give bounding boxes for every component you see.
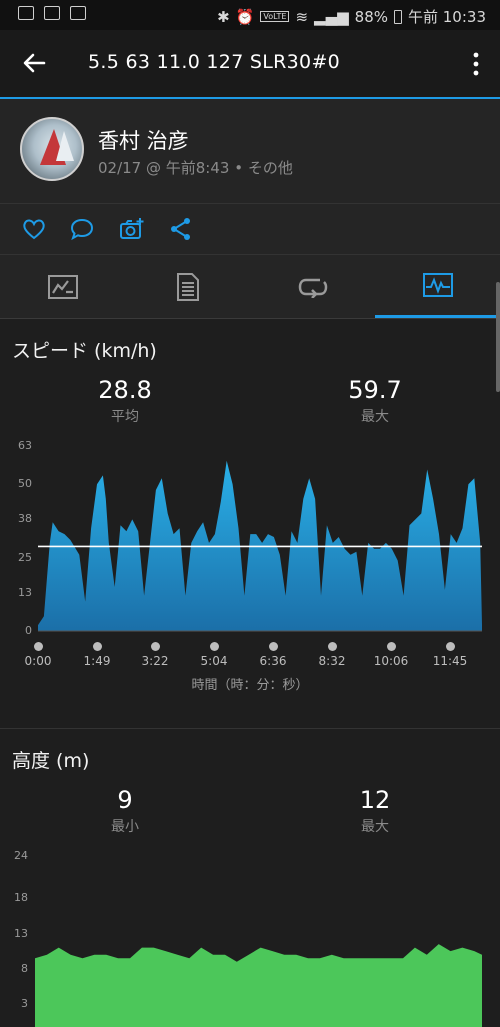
elevation-chart[interactable]: [0, 0, 500, 1027]
elevation-series-area: [35, 944, 482, 1027]
